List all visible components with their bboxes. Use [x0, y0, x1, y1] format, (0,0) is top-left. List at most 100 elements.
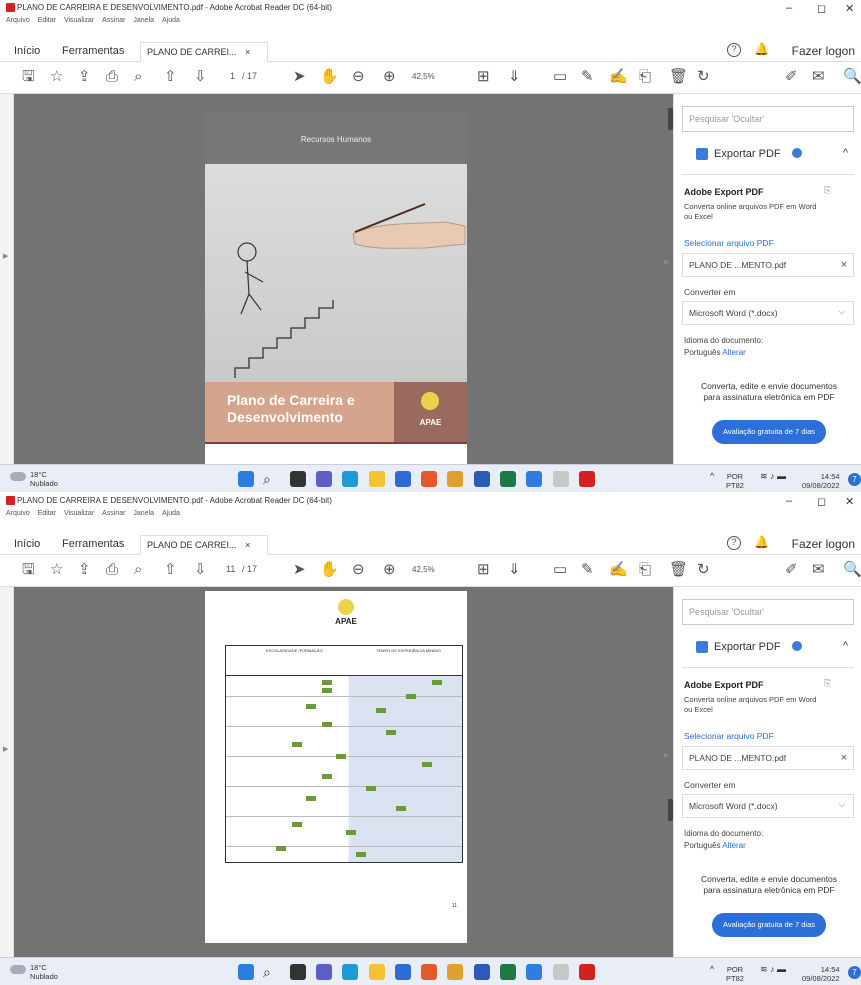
- menu-assinar[interactable]: Assinar: [102, 17, 125, 24]
- task-view-icon[interactable]: [290, 964, 306, 980]
- word-icon[interactable]: [474, 964, 490, 980]
- start-icon[interactable]: [238, 471, 254, 487]
- page-up-icon[interactable]: ⇧: [164, 561, 177, 579]
- bookmark-star-icon[interactable]: ☆: [50, 68, 63, 86]
- fill-sign-icon[interactable]: ✐: [785, 561, 798, 579]
- delete-icon[interactable]: 🗑: [669, 68, 688, 86]
- menu-visualizar[interactable]: Visualizar: [64, 17, 94, 24]
- change-language-link[interactable]: Alterar: [722, 841, 746, 850]
- document-viewer[interactable]: Recursos Humanos Plano de Carreira e Des…: [14, 94, 673, 464]
- help-icon[interactable]: ?: [727, 536, 741, 550]
- outlook-icon[interactable]: [526, 964, 542, 980]
- save-icon[interactable]: 🖫: [22, 68, 35, 86]
- export-pdf-header[interactable]: Exportar PDF ^: [682, 635, 854, 661]
- chat-icon[interactable]: [316, 964, 332, 980]
- zoom-level[interactable]: 42,5%: [412, 565, 435, 574]
- tab-document[interactable]: PLANO DE CARREI... ×: [140, 535, 268, 555]
- print-icon[interactable]: ⎙: [106, 68, 118, 86]
- chrome-icon[interactable]: [447, 964, 463, 980]
- zoom-out-icon[interactable]: ⊖: [352, 561, 365, 579]
- tab-tools[interactable]: Ferramentas: [62, 45, 124, 57]
- excel-icon[interactable]: [500, 471, 516, 487]
- chrome-icon[interactable]: [447, 471, 463, 487]
- copy-icon[interactable]: ⎘: [824, 185, 831, 196]
- login-button[interactable]: Fazer logon: [792, 44, 855, 58]
- tab-document[interactable]: PLANO DE CARREI... ×: [140, 42, 268, 62]
- maximize-button[interactable]: ◻: [817, 2, 826, 15]
- search-icon[interactable]: ⌕: [263, 964, 279, 980]
- change-language-link[interactable]: Alterar: [722, 348, 746, 357]
- store-icon[interactable]: [395, 964, 411, 980]
- collapse-panel-icon[interactable]: ▶: [664, 751, 669, 759]
- hand-tool-icon[interactable]: ✋: [320, 68, 339, 86]
- format-select[interactable]: Microsoft Word (*.docx) ⌵: [682, 794, 854, 818]
- edge-icon[interactable]: [342, 964, 358, 980]
- document-viewer[interactable]: APAE ESCOLARIDADE /FORMAÇÃO TEMPO DE EXP…: [14, 587, 673, 957]
- notification-badge[interactable]: 7: [848, 966, 861, 979]
- sign-icon[interactable]: ✍: [609, 68, 628, 86]
- menu-arquivo[interactable]: Arquivo: [6, 510, 30, 517]
- clock[interactable]: 14:54 09/08/2022: [802, 472, 840, 490]
- search-icon[interactable]: ⌕: [263, 471, 279, 487]
- weather-widget[interactable]: 18°C Nublado: [10, 963, 58, 981]
- edge-icon[interactable]: [342, 471, 358, 487]
- bell-icon[interactable]: 🔔: [754, 42, 769, 56]
- free-trial-button[interactable]: Avaliação gratuita de 7 dias: [712, 420, 826, 444]
- bell-icon[interactable]: 🔔: [754, 535, 769, 549]
- scroll-mode-icon[interactable]: ⇓: [508, 561, 521, 579]
- zoom-in-icon[interactable]: ⊕: [383, 68, 396, 86]
- login-button[interactable]: Fazer logon: [792, 537, 855, 551]
- chevron-up-icon[interactable]: ^: [843, 147, 848, 159]
- zoom-level[interactable]: 42,5%: [412, 72, 435, 81]
- menu-arquivo[interactable]: Arquivo: [6, 17, 30, 24]
- page-down-icon[interactable]: ⇩: [194, 561, 207, 579]
- zoom-search-icon[interactable]: ⌕: [134, 68, 142, 86]
- language-indicator[interactable]: POR PT82: [726, 472, 744, 490]
- page-fit-icon[interactable]: ⊞: [477, 68, 490, 86]
- free-trial-button[interactable]: Avaliação gratuita de 7 dias: [712, 913, 826, 937]
- weather-widget[interactable]: 18°C Nublado: [10, 470, 58, 488]
- page-up-icon[interactable]: ⇧: [164, 68, 177, 86]
- upload-icon[interactable]: ⇪: [78, 68, 91, 86]
- tab-tools[interactable]: Ferramentas: [62, 538, 124, 550]
- email-icon[interactable]: ✉: [812, 561, 825, 579]
- wifi-icon[interactable]: ≋ ♪ ▬: [760, 965, 786, 974]
- page-fit-icon[interactable]: ⊞: [477, 561, 490, 579]
- email-icon[interactable]: ✉: [812, 68, 825, 86]
- print-icon[interactable]: ⎙: [106, 561, 118, 579]
- menu-editar[interactable]: Editar: [38, 17, 56, 24]
- select-file-link[interactable]: Selecionar arquivo PDF: [684, 731, 774, 741]
- tools-search-input[interactable]: Pesquisar 'Ocultar': [682, 599, 854, 625]
- chevron-up-icon[interactable]: ^: [843, 640, 848, 652]
- minimize-button[interactable]: –: [786, 495, 792, 507]
- page-number-input[interactable]: 1: [230, 71, 235, 81]
- rotate-icon[interactable]: ↻: [697, 561, 710, 579]
- export-pdf-header[interactable]: Exportar PDF ^: [682, 142, 854, 168]
- firefox-icon[interactable]: [421, 964, 437, 980]
- menu-ajuda[interactable]: Ajuda: [162, 17, 180, 24]
- format-select[interactable]: Microsoft Word (*.docx) ⌵: [682, 301, 854, 325]
- hand-tool-icon[interactable]: ✋: [320, 561, 339, 579]
- file-explorer-icon[interactable]: [369, 964, 385, 980]
- stamp-icon[interactable]: ⎗: [639, 68, 651, 86]
- select-file-link[interactable]: Selecionar arquivo PDF: [684, 238, 774, 248]
- close-button[interactable]: ✕: [845, 2, 854, 15]
- word-icon[interactable]: [474, 471, 490, 487]
- tab-home[interactable]: Início: [14, 538, 40, 550]
- stamp-icon[interactable]: ⎗: [639, 561, 651, 579]
- excel-icon[interactable]: [500, 964, 516, 980]
- comment-icon[interactable]: ▭: [553, 68, 567, 86]
- app-icon[interactable]: [553, 471, 569, 487]
- task-view-icon[interactable]: [290, 471, 306, 487]
- menu-visualizar[interactable]: Visualizar: [64, 510, 94, 517]
- acrobat-taskbar-icon[interactable]: [579, 471, 595, 487]
- tray-chevron-icon[interactable]: ^: [710, 965, 714, 974]
- app-icon[interactable]: [553, 964, 569, 980]
- language-indicator[interactable]: POR PT82: [726, 965, 744, 983]
- menu-editar[interactable]: Editar: [38, 510, 56, 517]
- more-search-icon[interactable]: 🔍: [843, 68, 861, 86]
- maximize-button[interactable]: ◻: [817, 495, 826, 508]
- sign-icon[interactable]: ✍: [609, 561, 628, 579]
- collapse-panel-icon[interactable]: ▶: [664, 258, 669, 266]
- more-search-icon[interactable]: 🔍: [843, 561, 861, 579]
